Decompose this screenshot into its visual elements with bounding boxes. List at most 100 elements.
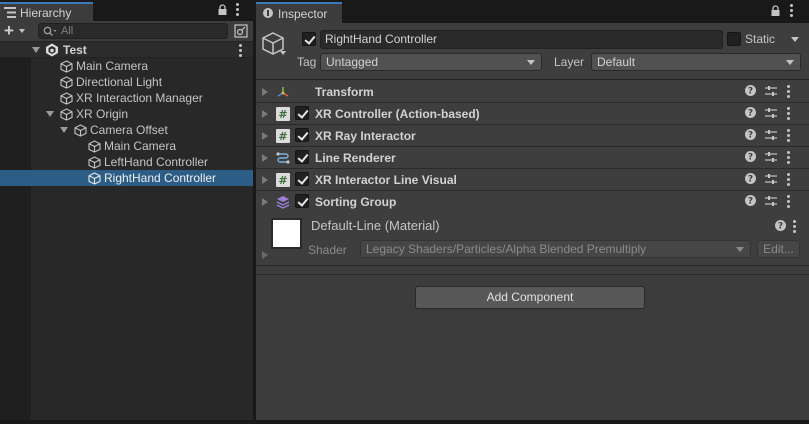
help-icon[interactable]: ? — [745, 107, 756, 118]
gameobject-cube-icon — [88, 156, 101, 169]
scene-label: Test — [63, 43, 87, 57]
svg-text:?: ? — [748, 175, 753, 184]
fold-arrow-icon[interactable] — [262, 110, 268, 118]
component-enabled-checkbox[interactable] — [295, 128, 309, 142]
shader-dropdown[interactable]: Legacy Shaders/Particles/Alpha Blended P… — [360, 240, 751, 258]
add-dropdown-caret-icon[interactable] — [19, 29, 25, 33]
hierarchy-menu-icon[interactable] — [236, 3, 239, 16]
hierarchy-toolbar: + All — [0, 21, 253, 42]
presets-sliders-icon[interactable] — [765, 130, 777, 141]
help-icon[interactable]: ? — [745, 129, 756, 140]
shader-label: Shader — [308, 243, 347, 257]
tag-dropdown[interactable]: Untagged — [320, 53, 542, 71]
shader-edit-button[interactable]: Edit... — [757, 240, 800, 258]
presets-sliders-icon[interactable] — [765, 196, 777, 207]
list-item-label: Camera Offset — [90, 123, 168, 137]
search-by-type-icon[interactable] — [234, 24, 248, 38]
gameobject-active-checkbox[interactable] — [302, 32, 316, 46]
list-item[interactable]: Main Camera — [0, 58, 253, 74]
fold-arrow-icon[interactable] — [262, 154, 268, 162]
fold-arrow-icon[interactable] — [262, 251, 268, 259]
list-item-selected[interactable]: RightHand Controller — [0, 170, 253, 186]
sorting-group-layers-icon — [276, 196, 290, 209]
static-label: Static — [745, 32, 776, 46]
static-checkbox[interactable] — [727, 32, 741, 46]
component-menu-icon[interactable] — [787, 85, 790, 98]
component-enabled-checkbox[interactable] — [295, 194, 309, 208]
component-name: XR Controller (Action-based) — [315, 107, 480, 121]
info-icon — [263, 8, 273, 18]
gameobject-name-field[interactable]: RightHand Controller — [320, 30, 723, 49]
lock-icon[interactable] — [771, 5, 780, 16]
inspector-menu-icon[interactable] — [790, 4, 793, 17]
component-enabled-checkbox[interactable] — [295, 172, 309, 186]
gameobject-header: RightHand Controller Static Tag Untagged… — [256, 23, 809, 80]
fold-arrow-icon[interactable] — [262, 198, 268, 206]
list-item[interactable]: XR Interaction Manager — [0, 90, 253, 106]
svg-text:?: ? — [748, 87, 753, 96]
script-hash-icon: # — [276, 129, 290, 143]
material-preview-swatch[interactable] — [271, 218, 302, 249]
shader-value: Legacy Shaders/Particles/Alpha Blended P… — [366, 242, 647, 256]
presets-sliders-icon[interactable] — [765, 86, 777, 97]
list-item[interactable]: Main Camera — [0, 138, 253, 154]
fold-arrow-icon[interactable] — [32, 47, 40, 53]
fold-arrow-icon[interactable] — [262, 176, 268, 184]
list-item[interactable]: XR Origin — [0, 106, 253, 122]
chevron-down-icon — [527, 60, 535, 65]
component-name: XR Interactor Line Visual — [315, 173, 457, 187]
svg-text:?: ? — [748, 197, 753, 206]
help-icon[interactable]: ? — [745, 151, 756, 162]
list-item-label: Directional Light — [76, 75, 163, 89]
component-menu-icon[interactable] — [787, 151, 790, 164]
add-component-button[interactable]: Add Component — [415, 286, 645, 309]
fold-arrow-icon[interactable] — [262, 132, 268, 140]
hierarchy-panel: Hierarchy + All Test Main Camera Directi… — [0, 0, 253, 420]
fold-arrow-icon[interactable] — [60, 127, 68, 133]
presets-sliders-icon[interactable] — [765, 174, 777, 185]
fold-arrow-icon[interactable] — [262, 88, 268, 96]
material-name: Default-Line (Material) — [311, 218, 440, 233]
component-line-renderer[interactable]: Line Renderer ? — [256, 147, 809, 169]
component-menu-icon[interactable] — [787, 173, 790, 186]
help-icon[interactable]: ? — [745, 173, 756, 184]
svg-text:#: # — [278, 108, 287, 121]
presets-sliders-icon[interactable] — [765, 152, 777, 163]
component-transform[interactable]: Transform ? — [256, 81, 809, 103]
component-enabled-checkbox[interactable] — [295, 150, 309, 164]
tag-label: Tag — [297, 55, 317, 69]
component-enabled-checkbox[interactable] — [295, 106, 309, 120]
component-xr-interactor-line-visual[interactable]: # XR Interactor Line Visual ? — [256, 169, 809, 191]
inspector-tab-bar: Inspector — [256, 0, 809, 23]
list-item[interactable]: Camera Offset — [0, 122, 253, 138]
component-sorting-group[interactable]: Sorting Group ? — [256, 191, 809, 213]
help-icon[interactable]: ? — [745, 85, 756, 96]
layer-label: Layer — [554, 55, 585, 69]
gameobject-cube-icon — [60, 108, 73, 121]
lock-icon[interactable] — [218, 4, 227, 15]
help-icon[interactable]: ? — [745, 195, 756, 206]
list-item[interactable]: LeftHand Controller — [0, 154, 253, 170]
material-menu-icon[interactable] — [793, 220, 796, 233]
component-menu-icon[interactable] — [787, 195, 790, 208]
fold-arrow-icon[interactable] — [46, 111, 54, 117]
component-menu-icon[interactable] — [787, 107, 790, 120]
scene-menu-icon[interactable] — [239, 44, 242, 57]
scene-row[interactable]: Test — [0, 42, 253, 58]
component-xr-ray-interactor[interactable]: # XR Ray Interactor ? — [256, 125, 809, 147]
add-object-plus-icon[interactable]: + — [4, 22, 14, 39]
svg-text:?: ? — [778, 222, 783, 231]
layer-dropdown[interactable]: Default — [591, 53, 801, 71]
static-dropdown-caret-icon[interactable] — [791, 37, 799, 42]
tab-inspector[interactable]: Inspector — [256, 2, 342, 23]
list-item-label: XR Origin — [76, 107, 129, 121]
presets-sliders-icon[interactable] — [765, 108, 777, 119]
hierarchy-search-input[interactable]: All — [38, 23, 228, 39]
component-menu-icon[interactable] — [787, 129, 790, 142]
component-name: Sorting Group — [315, 195, 397, 209]
list-item[interactable]: Directional Light — [0, 74, 253, 90]
icon-dropdown-caret-icon[interactable] — [280, 51, 286, 55]
component-xr-controller[interactable]: # XR Controller (Action-based) ? — [256, 103, 809, 125]
tab-hierarchy[interactable]: Hierarchy — [0, 2, 93, 21]
help-icon[interactable]: ? — [775, 220, 786, 231]
